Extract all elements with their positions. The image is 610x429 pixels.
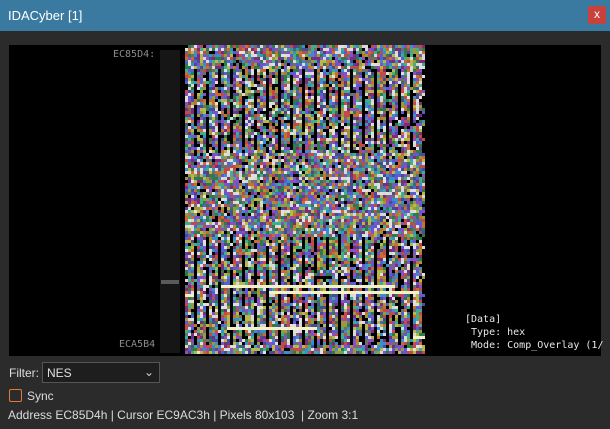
status-bar: Address EC85D4h | Cursor EC9AC3h | Pixel… — [8, 408, 359, 422]
info-line-mode: Mode: Comp_Overlay (1/ — [465, 340, 604, 351]
filter-label: Filter: — [9, 366, 39, 380]
title-bar: IDACyber [1] x — [0, 0, 610, 31]
scrollbar-thumb[interactable] — [161, 280, 179, 284]
filter-value: NES — [47, 366, 72, 380]
end-address-label: ECA5B4 — [119, 339, 156, 350]
info-overlay: [Data] Type: hex Mode: Comp_Overlay (1/ — [465, 313, 603, 352]
pixel-canvas[interactable] — [185, 45, 425, 354]
address-scrollbar[interactable] — [160, 50, 180, 353]
info-line-section: [Data] — [465, 314, 502, 325]
chevron-down-icon: ⌄ — [143, 365, 154, 379]
filter-select[interactable]: NES ⌄ — [42, 362, 160, 383]
close-button[interactable]: x — [588, 6, 606, 24]
info-line-type: Type: hex — [465, 327, 526, 338]
pixel-viewer[interactable]: EC85D4: ECA5B4 [Data] Type: hex Mode: Co… — [9, 45, 603, 356]
sync-checkbox[interactable] — [9, 389, 22, 402]
pixel-map[interactable] — [185, 45, 425, 354]
window-title: IDACyber [1] — [8, 8, 83, 23]
sync-label: Sync — [27, 389, 54, 403]
close-icon: x — [594, 7, 600, 21]
start-address-label: EC85D4: — [113, 49, 156, 60]
